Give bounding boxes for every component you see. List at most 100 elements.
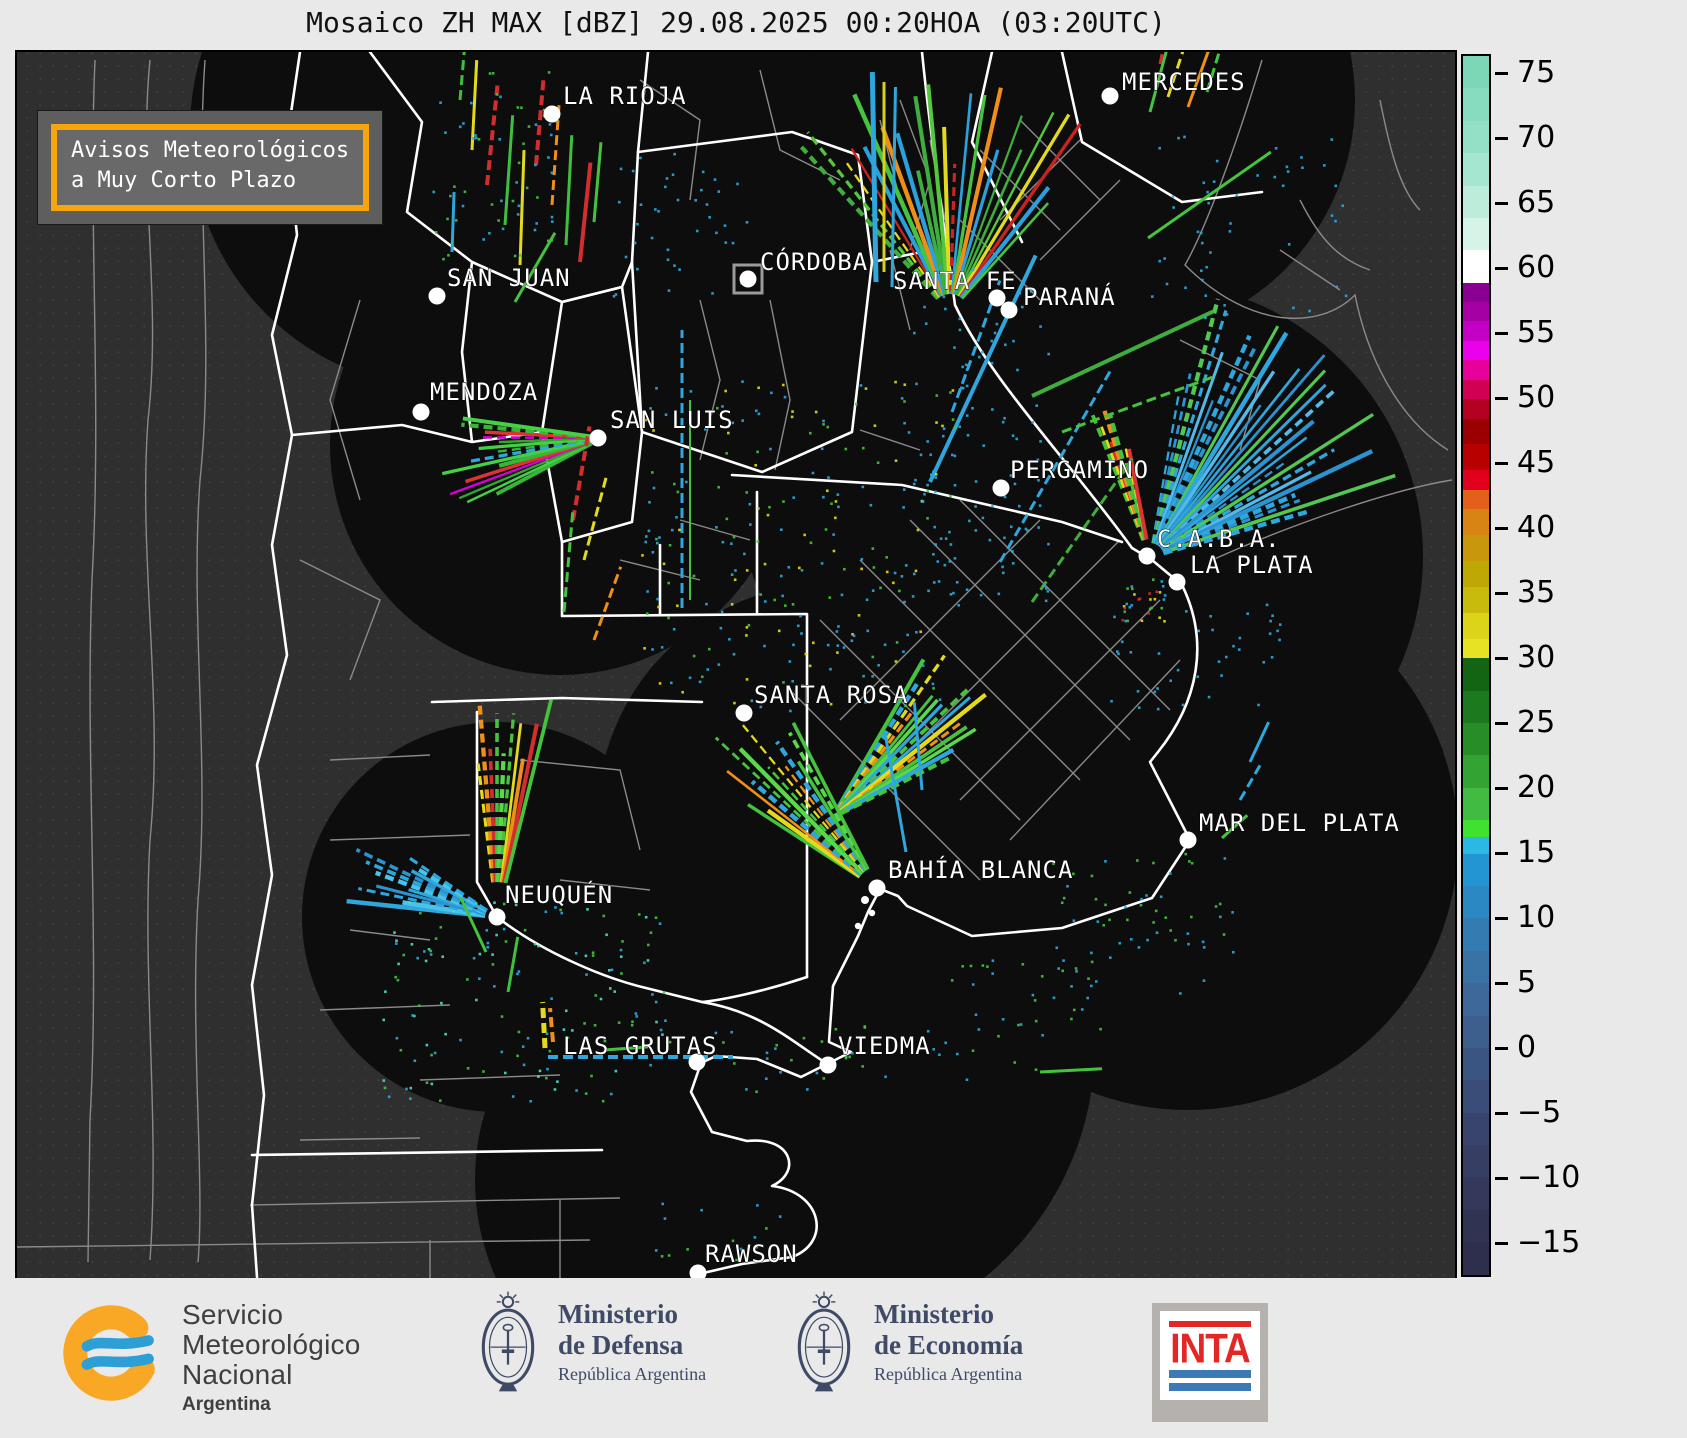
echo-speck	[1017, 1023, 1020, 1027]
echo-speck	[608, 987, 612, 990]
city-label: SANTA FE	[893, 267, 1017, 295]
echo-speck	[1204, 294, 1208, 297]
echo-speck	[713, 178, 717, 181]
echo-speck	[949, 593, 953, 596]
echo-speck	[873, 424, 877, 428]
echo-speck	[743, 552, 746, 556]
echo-speck	[991, 972, 994, 975]
echo-speck	[678, 528, 681, 532]
echo-speck	[787, 565, 791, 569]
echo-speck	[427, 948, 431, 951]
city-label: RAWSON	[705, 1240, 798, 1268]
echo-speck	[780, 574, 783, 578]
radar-map-canvas: MERCEDESLA RIOJASAN JUANCÓRDOBASANTA FEP…	[17, 52, 1455, 1278]
echo-speck	[660, 646, 664, 649]
colorbar-segment	[1463, 302, 1489, 322]
echo-speck	[1090, 951, 1093, 955]
echo-speck	[732, 535, 736, 539]
echo-speck	[1015, 437, 1019, 441]
echo-speck	[667, 616, 670, 620]
echo-speck	[791, 410, 794, 413]
echo-speck	[430, 1082, 434, 1086]
echo-speck	[728, 638, 731, 641]
colorbar-segment	[1463, 1047, 1489, 1081]
echo-speck	[382, 1079, 386, 1082]
echo-speck	[537, 944, 540, 948]
echo-speck	[1075, 970, 1078, 973]
echo-speck	[1035, 404, 1039, 407]
echo-speck	[932, 687, 935, 690]
echo-speck	[930, 473, 933, 477]
echo-speck	[474, 902, 478, 905]
echo-speck	[1043, 584, 1046, 587]
echo-speck	[666, 258, 670, 262]
echo-speck	[832, 533, 835, 536]
echo-speck	[1196, 675, 1200, 679]
colorbar-tick	[1495, 916, 1508, 920]
echo-speck	[478, 952, 482, 956]
echo-speck	[1158, 591, 1162, 594]
echo-speck	[951, 418, 955, 421]
echo-speck	[619, 167, 623, 171]
echo-speck	[916, 528, 920, 532]
echo-speck	[943, 563, 947, 567]
echo-speck	[501, 227, 505, 231]
echo-speck	[1161, 584, 1165, 588]
city-dot	[428, 287, 446, 305]
economia-line2: de Economía	[874, 1329, 1024, 1360]
echo-speck	[1128, 891, 1132, 894]
echo-speck	[550, 171, 554, 175]
echo-speck	[1017, 504, 1021, 508]
echo-speck	[958, 425, 962, 429]
echo-speck	[486, 945, 490, 949]
echo-speck	[485, 929, 489, 932]
echo-speck	[965, 588, 969, 592]
city-dot	[819, 1056, 837, 1074]
echo-speck	[1286, 170, 1290, 173]
echo-speck	[1037, 526, 1040, 529]
echo-speck	[562, 1028, 566, 1031]
colorbar-tick-label: 60	[1517, 250, 1556, 286]
echo-speck	[750, 699, 754, 703]
echo-speck	[745, 491, 749, 494]
echo-speck	[991, 504, 994, 508]
echo-speck	[770, 391, 773, 395]
echo-speck	[670, 528, 674, 532]
echo-speck	[1026, 529, 1029, 532]
echo-speck	[926, 489, 930, 493]
echo-speck	[1287, 243, 1291, 246]
echo-speck	[914, 478, 917, 482]
echo-speck	[765, 1051, 769, 1055]
echo-speck	[602, 914, 606, 918]
city-dot	[1138, 547, 1156, 565]
echo-speck	[395, 939, 398, 942]
echo-speck	[411, 1014, 414, 1017]
echo-speck	[672, 627, 676, 631]
echo-speck	[499, 95, 502, 99]
echo-speck	[950, 979, 954, 982]
echo-speck	[926, 483, 929, 487]
echo-speck	[593, 1023, 597, 1027]
colorbar-tick-label: 70	[1517, 120, 1556, 156]
echo-speck	[725, 517, 729, 521]
inta-wordmark: INTA	[1170, 1325, 1251, 1372]
echo-speck	[535, 222, 538, 225]
echo-speck	[1140, 897, 1143, 901]
echo-speck	[915, 382, 918, 386]
colorbar-tick-label: −5	[1517, 1095, 1562, 1131]
echo-speck	[1040, 975, 1044, 978]
echo-speck	[658, 536, 661, 539]
warning-line-1: Avisos Meteorológicos	[71, 138, 350, 163]
echo-speck	[1074, 967, 1078, 970]
city-label: BAHÍA BLANCA	[888, 855, 1073, 884]
city-label: SAN JUAN	[447, 264, 571, 292]
echo-speck	[805, 1088, 809, 1091]
echo-speck	[1070, 1017, 1073, 1021]
echo-speck	[971, 1049, 975, 1053]
echo-speck	[830, 502, 833, 506]
echo-speck	[425, 1081, 429, 1085]
echo-speck	[534, 163, 537, 167]
echo-speck	[395, 942, 398, 945]
echo-speck	[617, 200, 621, 204]
echo-speck	[800, 568, 804, 572]
